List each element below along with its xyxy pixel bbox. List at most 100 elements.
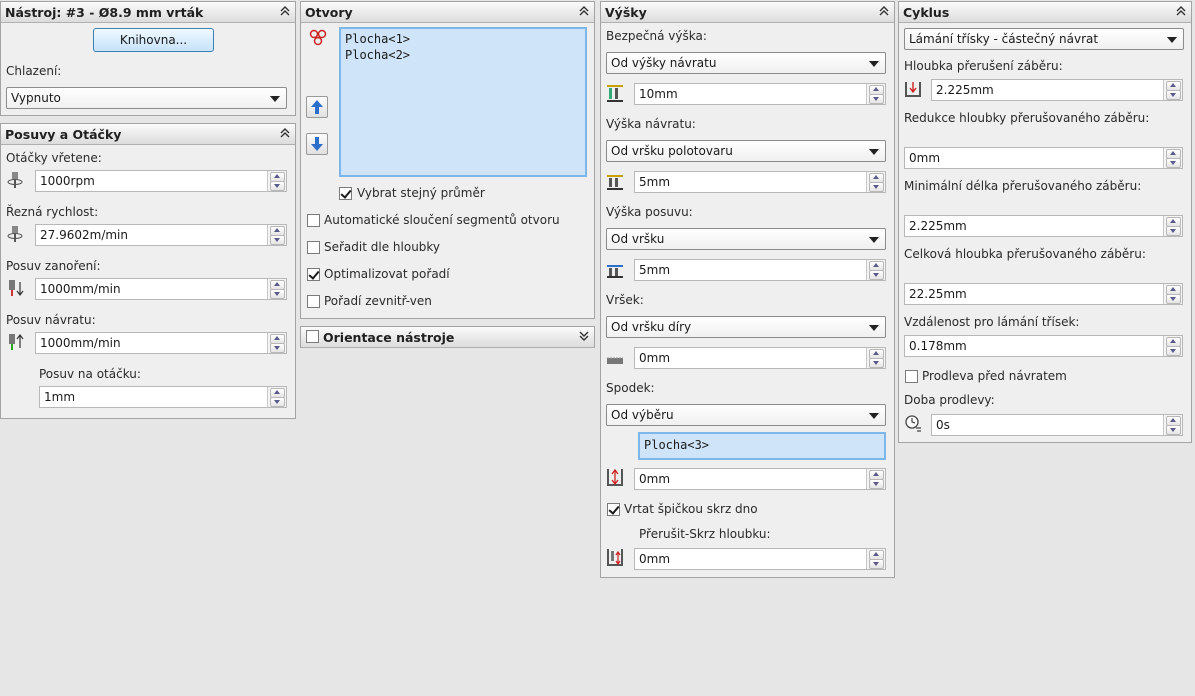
min-length-label: Minimální délka přerušovaného záběru: [904, 179, 1142, 193]
feed-height-stepper[interactable] [866, 260, 885, 280]
coolant-select[interactable]: Vypnuto [6, 87, 287, 109]
retract-height-stepper[interactable] [866, 172, 885, 192]
reduction-value: 0mm [909, 151, 941, 165]
inside-out-label: Pořadí zevnitř-ven [324, 294, 432, 308]
heights-panel-header[interactable]: Výšky [601, 2, 894, 23]
retract-mode-value: Od vršku polotovaru [611, 144, 733, 158]
cycle-type-select[interactable]: Lámání třísky - částečný návrat [904, 28, 1184, 50]
bottom-selection-item[interactable]: Plocha<3> [644, 438, 709, 452]
feeds-panel-header[interactable]: Posuvy a Otáčky [1, 124, 295, 145]
plunge-feed-label: Posuv zanoření: [6, 259, 101, 273]
same-diameter-checkbox[interactable] [339, 187, 352, 200]
orientation-panel-header[interactable]: Orientace nástroje [301, 327, 594, 348]
reduction-stepper[interactable] [1163, 148, 1182, 168]
sort-depth-checkbox[interactable] [307, 241, 320, 254]
total-depth-stepper[interactable] [1163, 284, 1182, 304]
cutting-speed-input[interactable]: 27.9602m/min [35, 224, 287, 246]
reduction-input[interactable]: 0mm [904, 147, 1183, 169]
heights-panel: Výšky Bezpečná výška: Od výšky návratu 1… [600, 1, 895, 578]
feed-mode-select[interactable]: Od vršku [606, 228, 886, 250]
peck-depth-stepper[interactable] [1163, 80, 1182, 100]
bottom-mode-select[interactable]: Od výběru [606, 404, 886, 426]
auto-merge-label: Automatické sloučení segmentů otvoru [324, 213, 560, 227]
retract-feed-icon [9, 334, 24, 350]
clearance-height-input[interactable]: 10mm [634, 83, 886, 105]
holes-list[interactable]: Plocha<1> Plocha<2> [339, 27, 587, 177]
peck-depth-value: 2.225mm [936, 83, 994, 97]
library-button[interactable]: Knihovna... [93, 28, 214, 52]
heights-panel-title: Výšky [605, 5, 647, 20]
spindle-speed-input[interactable]: 1000rpm [35, 170, 287, 192]
min-length-input[interactable]: 2.225mm [904, 215, 1183, 237]
holes-panel-header[interactable]: Otvory [301, 2, 594, 23]
tip-through-checkbox[interactable] [607, 503, 620, 516]
top-height-icon [607, 357, 623, 364]
top-height-stepper[interactable] [866, 348, 885, 368]
cycle-panel-header[interactable]: Cyklus [899, 2, 1191, 23]
spindle-speed-stepper[interactable] [267, 171, 286, 191]
top-mode-select[interactable]: Od vršku díry [606, 316, 886, 338]
break-through-input[interactable]: 0mm [634, 548, 886, 570]
optimize-order-checkbox[interactable] [307, 268, 320, 281]
bottom-height-input[interactable]: 0mm [634, 468, 886, 490]
retract-mode-select[interactable]: Od vršku polotovaru [606, 140, 886, 162]
list-item[interactable]: Plocha<2> [345, 48, 410, 62]
dwell-checkbox[interactable] [905, 370, 918, 383]
retract-height-input[interactable]: 5mm [634, 171, 886, 193]
clearance-height-icon [607, 85, 623, 102]
optimize-order-label: Optimalizovat pořadí [324, 267, 450, 281]
chevron-down-icon [869, 325, 879, 331]
min-length-stepper[interactable] [1163, 216, 1182, 236]
retract-height-icon [607, 175, 623, 190]
dwell-time-stepper[interactable] [1163, 415, 1182, 435]
total-depth-input[interactable]: 22.25mm [904, 283, 1183, 305]
top-height-input[interactable]: 0mm [634, 347, 886, 369]
clearance-label: Bezpečná výška: [606, 29, 707, 43]
move-up-button[interactable] [306, 96, 328, 118]
collapse-chevron-icon[interactable] [279, 4, 291, 18]
retract-feed-stepper[interactable] [267, 333, 286, 353]
orientation-checkbox[interactable] [306, 330, 319, 343]
plunge-feed-stepper[interactable] [267, 279, 286, 299]
coolant-value: Vypnuto [11, 91, 61, 105]
feed-per-rev-input[interactable]: 1mm [39, 386, 287, 408]
clearance-mode-select[interactable]: Od výšky návratu [606, 52, 886, 74]
collapse-chevron-icon[interactable] [1175, 4, 1187, 18]
retract-feed-value: 1000mm/min [40, 336, 121, 350]
cycle-panel-title: Cyklus [903, 5, 950, 20]
bottom-height-stepper[interactable] [866, 469, 885, 489]
list-item[interactable]: Plocha<1> [345, 32, 410, 46]
feed-per-rev-value: 1mm [44, 390, 76, 404]
feed-per-rev-stepper[interactable] [267, 387, 286, 407]
bottom-selection-box[interactable]: Plocha<3> [638, 432, 886, 460]
arrow-down-icon [311, 137, 323, 151]
collapse-chevron-icon[interactable] [578, 4, 590, 18]
spindle-speed-value: 1000rpm [40, 174, 95, 188]
holes-panel-title: Otvory [305, 5, 353, 20]
chevron-down-icon [869, 149, 879, 155]
plunge-feed-value: 1000mm/min [40, 282, 121, 296]
move-down-button[interactable] [306, 133, 328, 155]
tool-panel-header[interactable]: Nástroj: #3 - Ø8.9 mm vrták [1, 2, 295, 23]
retract-height-value: 5mm [639, 175, 671, 189]
break-through-stepper[interactable] [866, 549, 885, 569]
top-mode-value: Od vršku díry [611, 320, 692, 334]
peck-depth-input[interactable]: 2.225mm [931, 79, 1183, 101]
dwell-time-input[interactable]: 0s [931, 414, 1183, 436]
retract-feed-input[interactable]: 1000mm/min [35, 332, 287, 354]
spindle-speed-icon [7, 172, 23, 188]
total-depth-value: 22.25mm [909, 287, 967, 301]
peck-depth-icon [905, 82, 921, 97]
inside-out-checkbox[interactable] [307, 295, 320, 308]
clearance-height-stepper[interactable] [866, 84, 885, 104]
plunge-feed-input[interactable]: 1000mm/min [35, 278, 287, 300]
collapse-chevron-icon[interactable] [279, 126, 291, 140]
collapse-chevron-icon[interactable] [878, 4, 890, 18]
chip-break-input[interactable]: 0.178mm [904, 335, 1183, 357]
cutting-speed-stepper[interactable] [267, 225, 286, 245]
expand-chevron-icon[interactable] [578, 329, 590, 343]
feed-height-input[interactable]: 5mm [634, 259, 886, 281]
cycle-panel: Cyklus Lámání třísky - částečný návrat H… [898, 1, 1192, 443]
chip-break-stepper[interactable] [1163, 336, 1182, 356]
auto-merge-checkbox[interactable] [307, 214, 320, 227]
